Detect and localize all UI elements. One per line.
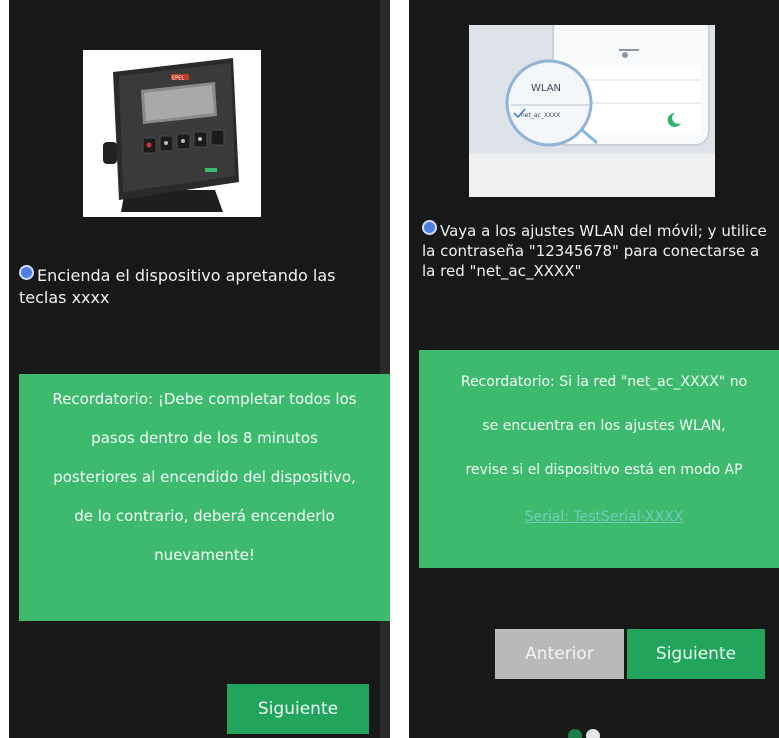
left-screen: EPEL Encienda el dispositivo apretando l…	[9, 0, 390, 738]
device-image: EPEL	[83, 50, 261, 217]
weighing-indicator-illustration: EPEL	[83, 50, 261, 217]
right-screen: WLAN net_ac_XXXX Vaya a los ajustes WLAN…	[409, 0, 779, 738]
reminder-line: de lo contrario, deberá encenderlo	[74, 507, 335, 525]
previous-button[interactable]: Anterior	[495, 629, 624, 679]
step-instruction: Encienda el dispositivo apretando las te…	[19, 265, 379, 309]
reminder-box: Recordatorio: ¡Debe completar todos los …	[19, 374, 390, 621]
reminder-line: pasos dentro de los 8 minutos	[91, 429, 318, 447]
instruction-text: Encienda el dispositivo apretando las te…	[19, 266, 336, 307]
wlan-settings-image: WLAN net_ac_XXXX	[469, 14, 715, 197]
wlan-label: WLAN	[531, 83, 561, 94]
page-dot-active[interactable]	[568, 729, 582, 738]
next-button[interactable]: Siguiente	[227, 684, 369, 734]
reminder-line: posteriores al encendido del dispositivo…	[53, 468, 356, 486]
page-indicator	[568, 728, 604, 738]
reminder-line: nuevamente!	[154, 546, 255, 564]
page-dot[interactable]	[586, 729, 600, 738]
instruction-text: Vaya a los ajustes WLAN del móvil; y uti…	[422, 222, 767, 280]
reminder-box: Recordatorio: Si la red "net_ac_XXXX" no…	[419, 350, 779, 568]
reminder-line: Recordatorio: Si la red "net_ac_XXXX" no	[460, 374, 748, 390]
phone-wlan-illustration: WLAN net_ac_XXXX	[469, 14, 715, 197]
reminder-line: Recordatorio: ¡Debe completar todos los	[52, 390, 357, 408]
reminder-line: se encuentra en los ajustes WLAN,	[482, 418, 726, 434]
screen-edge	[380, 0, 390, 738]
radio-bullet-icon[interactable]	[19, 265, 34, 280]
reminder-line: revise si el dispositivo está en modo AP	[465, 462, 743, 478]
next-button[interactable]: Siguiente	[627, 629, 765, 679]
step-instruction: Vaya a los ajustes WLAN del móvil; y uti…	[422, 220, 774, 281]
network-chip: net_ac_XXXX	[521, 112, 560, 119]
device-logo-text: EPEL	[172, 76, 184, 82]
radio-bullet-icon[interactable]	[422, 220, 437, 235]
serial-link[interactable]: Serial: TestSerial-XXXX	[419, 492, 779, 542]
